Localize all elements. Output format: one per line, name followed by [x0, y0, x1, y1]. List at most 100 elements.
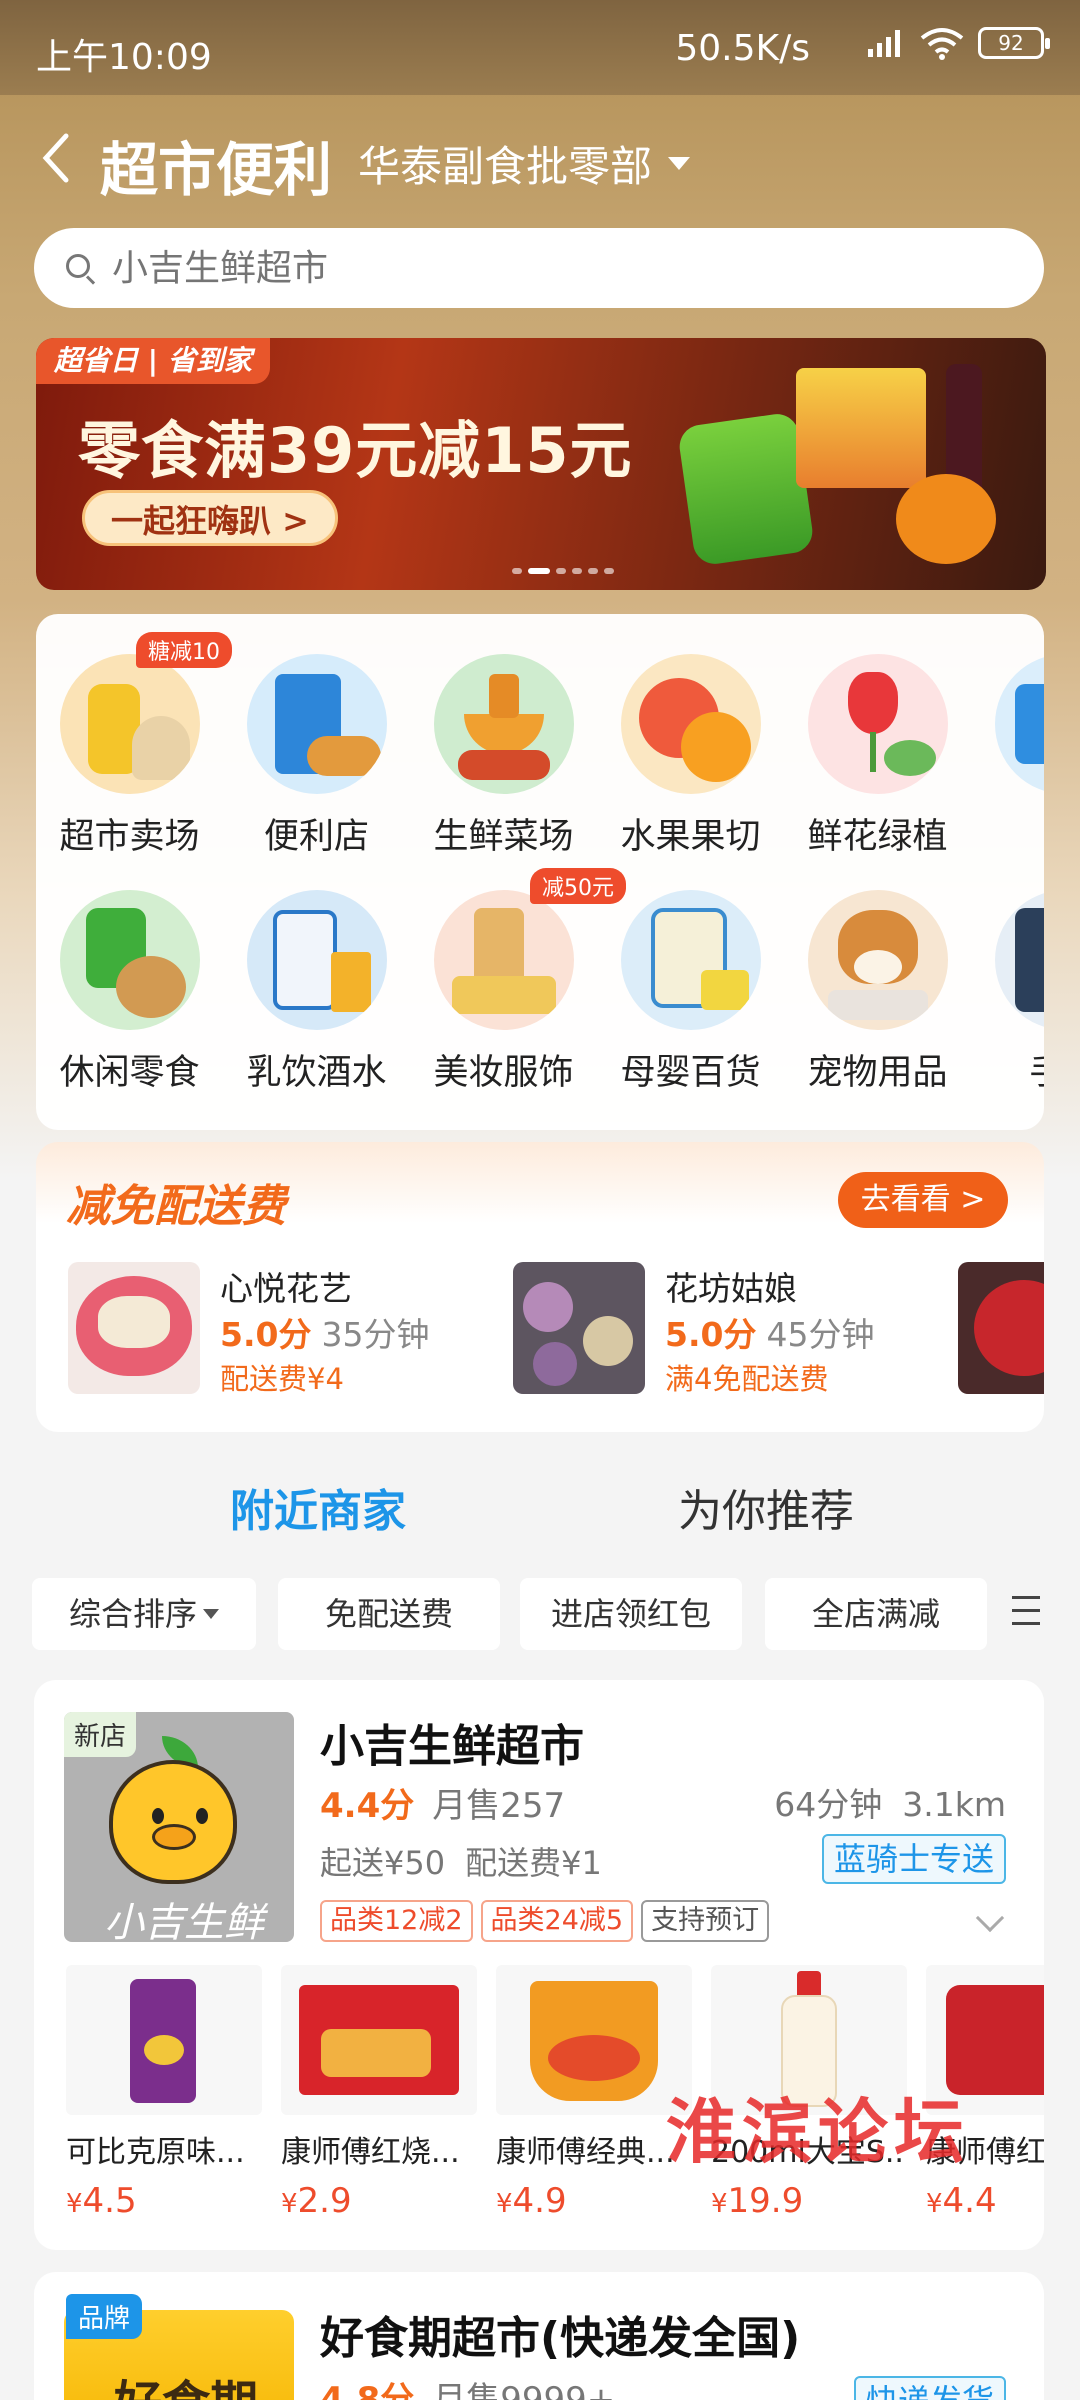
chevron-down-icon[interactable] [975, 1903, 1005, 1933]
banner-tag: 超省日 | 省到家 [36, 338, 270, 384]
category-beauty[interactable]: 减50元 美妆服饰 [410, 868, 626, 1095]
yogurt-icon [246, 890, 387, 1030]
category-grid: 糖减10 超市卖场 便利店 生鲜菜场 水果果切 鲜花绿植 休闲零食 乳饮酒水 减… [36, 614, 1044, 1130]
category-label: 超市卖场 [59, 817, 200, 857]
promo-store-fee: 满4免配送费 [665, 1362, 829, 1396]
store-selector[interactable]: 华泰副食批零部 [358, 133, 691, 194]
promo-store-fee: 配送费¥4 [220, 1362, 344, 1396]
filter-menu-icon[interactable] [1012, 1596, 1042, 1632]
express-badge: 快递发货 [853, 2376, 1006, 2400]
category-badge: 减50元 [530, 868, 626, 904]
store-logo-text: 好食期 [114, 2364, 258, 2400]
page-title: 超市便利 [100, 136, 333, 204]
category-row-1: 糖减10 超市卖场 便利店 生鲜菜场 水果果切 鲜花绿植 [36, 632, 1044, 859]
store-card[interactable]: 品牌 好食期 好食期超市(快递发全国) 4.8分月售9999+ 快递发货 [34, 2272, 1044, 2400]
discount-tag: 品类24减5 [480, 1900, 634, 1942]
sort-dropdown[interactable]: 综合排序 [32, 1578, 256, 1650]
delivery-time: 45分钟 [766, 1315, 875, 1354]
promo-store-name: 心悦花艺 [220, 1269, 352, 1308]
chips-icon [59, 890, 200, 1030]
filter-red-packet[interactable]: 进店领红包 [520, 1578, 742, 1650]
baby-formula-icon [620, 890, 761, 1030]
category-label: 便利店 [263, 817, 369, 857]
category-convenience[interactable]: 便利店 [223, 654, 410, 859]
category-baby[interactable]: 母婴百货 [597, 890, 784, 1095]
category-flowers[interactable]: 鲜花绿植 [784, 654, 971, 859]
promo-store-rating: 5.0分 35分钟 [220, 1308, 429, 1356]
cooking-oil-icon [59, 654, 200, 794]
category-snacks[interactable]: 休闲零食 [36, 890, 223, 1095]
category-label: 母婴百货 [620, 1053, 761, 1093]
tab-recommend[interactable]: 为你推荐 [678, 1475, 854, 1539]
category-label: 鲜花绿植 [807, 817, 948, 857]
category-label: 卖 [971, 808, 1044, 859]
store-rating: 4.4分 [320, 1786, 415, 1826]
preorder-tag: 支持预订 [641, 1900, 770, 1942]
chips-bag-image [66, 1965, 262, 2115]
store-logo: 新店 小吉生鲜 [64, 1712, 294, 1942]
product-item[interactable]: 可比克原味... ¥4.5 [66, 1965, 262, 2221]
product-price: ¥4.4 [926, 2181, 997, 2221]
delivery-time: 64分钟 [774, 1785, 883, 1824]
new-store-badge: 新店 [64, 1712, 137, 1757]
category-supermarket[interactable]: 糖减10 超市卖场 [36, 632, 232, 859]
category-pets[interactable]: 宠物用品 [784, 890, 971, 1095]
category-badge: 糖减10 [136, 632, 232, 668]
grapefruit-icon [620, 654, 761, 794]
category-fruit[interactable]: 水果果切 [597, 654, 784, 859]
product-price: ¥19.9 [711, 2181, 804, 2221]
product-item[interactable]: 康师傅红烧... ¥2.9 [281, 1965, 477, 2221]
tab-nearby[interactable]: 附近商家 [230, 1475, 406, 1539]
filter-full-reduction[interactable]: 全店满减 [765, 1578, 987, 1650]
promo-store-item[interactable]: 花坊姑娘 5.0分 45分钟 满4免配送费 [513, 1262, 933, 1402]
rose-bouquet-image [958, 1262, 1044, 1394]
category-label: 美妆服饰 [433, 1053, 574, 1093]
store-name: 好食期超市(快递发全国) [320, 2313, 801, 2364]
promo-store-item[interactable]: 心悦花艺 5.0分 35分钟 配送费¥4 [68, 1262, 488, 1402]
product-name: 可比克原味... [66, 2135, 245, 2170]
category-fresh[interactable]: 生鲜菜场 [410, 654, 597, 859]
delivery-time: 35分钟 [321, 1315, 430, 1354]
category-label: 宠物用品 [807, 1053, 948, 1093]
filter-bar: 综合排序 免配送费 进店领红包 全店满减 [32, 1578, 1080, 1650]
promo-store-item[interactable] [958, 1262, 1044, 1402]
store-selector-label: 华泰副食批零部 [358, 142, 653, 191]
chick-mascot-icon [109, 1760, 237, 1884]
watermark: 淮滨论坛 [666, 2090, 970, 2173]
product-item[interactable]: 康师傅经典... ¥4.9 [496, 1965, 692, 2221]
status-time: 上午10:09 [36, 37, 212, 78]
category-label: 乳饮酒水 [246, 1053, 387, 1093]
promo-store-name: 花坊姑娘 [665, 1269, 797, 1308]
filter-free-delivery[interactable]: 免配送费 [278, 1578, 500, 1650]
category-label: 水果果切 [620, 817, 761, 857]
category-drinks[interactable]: 乳饮酒水 [223, 890, 410, 1095]
store-stats: 4.8分 月售9999+ [320, 2372, 615, 2400]
sort-label: 综合排序 [68, 1595, 197, 1633]
dropdown-triangle-icon [668, 157, 691, 170]
phone-icon [994, 890, 1044, 1030]
discount-tag: 品类12减2 [320, 1900, 473, 1942]
store-logo-text: 小吉生鲜 [104, 1900, 264, 1942]
category-medicine[interactable]: 卖 [971, 654, 1044, 859]
hotpot-icon [433, 654, 574, 794]
banner-button[interactable]: 一起狂嗨趴 > [82, 490, 338, 546]
medicine-icon [994, 654, 1044, 794]
product-price: ¥4.9 [496, 2181, 567, 2221]
back-button[interactable] [38, 130, 88, 190]
battery-icon: 92 [978, 27, 1050, 59]
category-phones[interactable]: 手机 [971, 890, 1044, 1095]
category-label: 手机 [971, 1044, 1044, 1095]
milk-icon [246, 654, 387, 794]
rating-score: 5.0分 [665, 1315, 757, 1354]
rating-score: 5.0分 [220, 1315, 312, 1354]
promo-banner[interactable]: 超省日 | 省到家 零食满39元减15元 一起狂嗨趴 > [36, 338, 1046, 590]
search-input[interactable] [112, 247, 1012, 289]
search-icon [64, 252, 96, 285]
search-bar[interactable] [34, 228, 1044, 308]
monthly-sales: 月售9999+ [432, 2380, 616, 2400]
signal-icon [868, 30, 900, 57]
product-name: 康师傅经典... [496, 2135, 675, 2170]
promo-more-button[interactable]: 去看看 > [838, 1172, 1008, 1228]
store-name: 小吉生鲜超市 [320, 1721, 584, 1772]
brand-badge: 品牌 [66, 2294, 143, 2339]
